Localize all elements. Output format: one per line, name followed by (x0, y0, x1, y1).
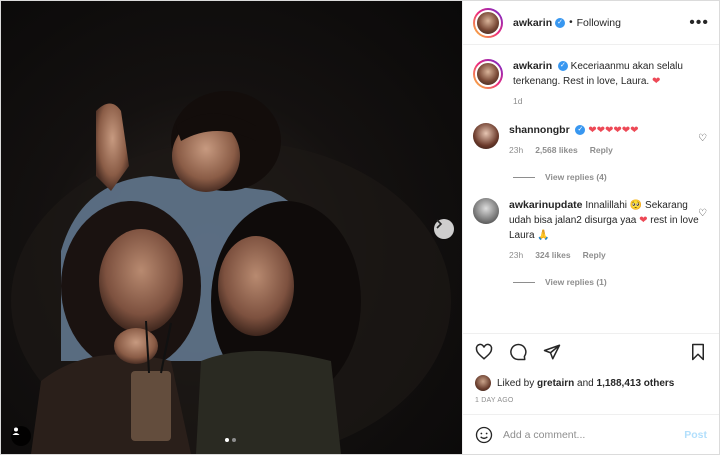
reply-button[interactable]: Reply (583, 248, 606, 263)
like-button[interactable] (473, 341, 495, 363)
caption-author-avatar[interactable] (473, 59, 503, 89)
post-timestamp[interactable]: 1 DAY AGO (463, 391, 719, 414)
instagram-post: awkarin ✓ • Following ••• awkarin ✓ Kece… (0, 0, 720, 455)
comment: shannongbr ✓ ❤❤❤❤❤❤ 23h 2,568 likes Repl… (473, 123, 707, 158)
comment-input[interactable] (503, 428, 685, 441)
carousel-dot-active (225, 438, 229, 442)
comment-icon (510, 343, 527, 360)
next-arrow-icon (436, 219, 443, 229)
praying-hands-emoji: 🙏 (537, 230, 550, 241)
comment-likes[interactable]: 324 likes (535, 248, 570, 263)
following-button[interactable]: Following (577, 17, 621, 29)
verified-badge-icon: ✓ (555, 17, 566, 28)
view-replies-button[interactable]: View replies (1) (513, 277, 707, 287)
reply-button[interactable]: Reply (590, 143, 613, 158)
view-replies-button[interactable]: View replies (4) (513, 172, 707, 182)
comment-likes[interactable]: 2,568 likes (535, 143, 578, 158)
more-options-button[interactable]: ••• (689, 14, 709, 30)
likes-prefix: Liked by (497, 377, 535, 389)
tagged-users-button[interactable] (11, 426, 31, 446)
commenter-avatar[interactable] (473, 123, 499, 149)
likes-and: and (577, 377, 594, 389)
comment-age: 23h (509, 145, 524, 155)
verified-badge-icon: ✓ (557, 61, 568, 72)
separator-dot: • (569, 17, 573, 28)
heart-icon (475, 343, 493, 360)
post-header: awkarin ✓ • Following ••• (463, 1, 719, 45)
liker-avatar[interactable] (475, 375, 491, 391)
next-photo-button[interactable] (434, 219, 454, 239)
comment-text: Innalillahi (585, 200, 628, 211)
caption-age: 1d (513, 96, 523, 106)
post-photo[interactable] (1, 1, 462, 454)
add-comment-bar: Post (463, 414, 719, 454)
pleading-face-emoji: 🥺 (629, 200, 643, 211)
smiley-icon[interactable] (475, 426, 493, 444)
verified-badge-icon: ✓ (575, 125, 586, 136)
comment-button[interactable] (507, 341, 529, 363)
likes-count[interactable]: 1,188,413 others (597, 378, 675, 389)
commenter-username[interactable]: shannongbr (509, 124, 570, 136)
carousel-indicator (225, 438, 236, 442)
comment-age: 23h (509, 250, 524, 260)
post-comment-button[interactable]: Post (684, 429, 707, 441)
author-avatar[interactable] (473, 7, 503, 38)
like-comment-heart-icon[interactable]: ♡ (698, 133, 707, 144)
liker-username[interactable]: gretairn (537, 378, 574, 389)
save-button[interactable] (687, 341, 709, 363)
like-comment-heart-icon[interactable]: ♡ (698, 208, 707, 219)
post-sidebar: awkarin ✓ • Following ••• awkarin ✓ Kece… (462, 1, 719, 454)
red-heart-emoji: ❤ (639, 215, 648, 226)
comments-list: awkarin ✓ Keceriaanmu akan selalu terken… (463, 45, 719, 333)
share-icon (543, 344, 561, 359)
red-heart-emoji: ❤ (651, 76, 661, 87)
caption: awkarin ✓ Keceriaanmu akan selalu terken… (473, 59, 707, 109)
commenter-username[interactable]: awkarinupdate (509, 199, 583, 211)
photo-illustration (11, 91, 451, 454)
caption-username[interactable]: awkarin (513, 60, 552, 72)
comment-emoji: ❤❤❤❤❤❤ (588, 125, 639, 136)
tag-user-icon (12, 427, 20, 435)
author-username[interactable]: awkarin (513, 17, 552, 29)
likes-summary: Liked by gretairn and 1,188,413 others (463, 369, 719, 391)
carousel-dot (232, 438, 236, 442)
bookmark-icon (692, 343, 704, 360)
share-button[interactable] (541, 341, 563, 363)
commenter-avatar[interactable] (473, 198, 499, 224)
comment: awkarinupdate Innalillahi 🥺 Sekarang uda… (473, 198, 707, 263)
post-actions (463, 333, 719, 369)
